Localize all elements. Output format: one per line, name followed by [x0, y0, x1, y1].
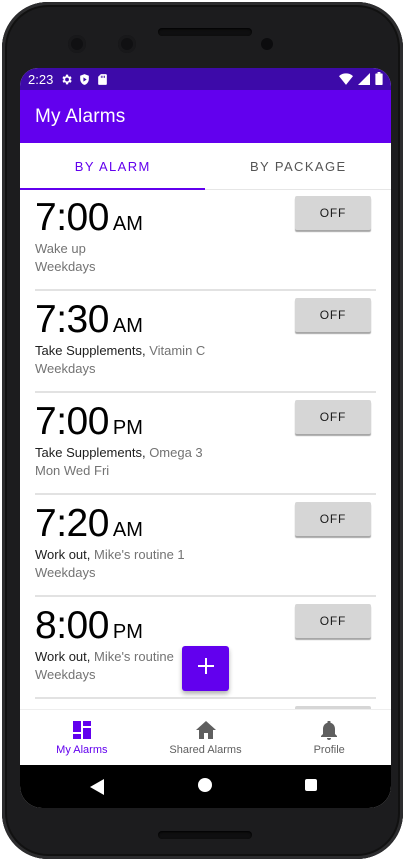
bottom-speaker [158, 831, 252, 839]
nav-shared-alarms[interactable]: Shared Alarms [144, 710, 268, 766]
front-camera [68, 35, 86, 53]
nav-label: Profile [313, 743, 345, 756]
front-camera-secondary [118, 35, 136, 53]
bell-icon [321, 720, 338, 741]
alarm-detail: Omega 3 [145, 445, 203, 460]
alarm-time-value: 7:00 [35, 400, 109, 443]
app-bar: My Alarms [20, 90, 391, 143]
add-alarm-button[interactable] [182, 646, 229, 691]
alarm-days: Weekdays [35, 667, 96, 682]
alarm-name: Take Supplements, [35, 343, 146, 358]
alarm-time-value: 7:20 [35, 502, 109, 545]
shield-play-icon [78, 73, 91, 86]
dashboard-icon [72, 720, 91, 741]
alarm-name: Work out, [35, 649, 91, 664]
nav-label: Shared Alarms [169, 743, 242, 756]
recents-icon[interactable] [305, 779, 317, 791]
alarm-time: 8:00 PM [35, 604, 143, 648]
add-icon [197, 657, 215, 680]
alarm-days: Weekdays [35, 361, 96, 376]
alarm-period: PM [112, 621, 143, 643]
alarm-name: Wake up [35, 241, 86, 256]
alarm-item[interactable]: 7:00 AM OFF Wake up Weekdays [20, 189, 391, 291]
alarm-period: AM [112, 213, 143, 235]
alarm-time: 7:30 AM [35, 298, 143, 342]
alarm-days: Weekdays [35, 565, 96, 580]
alarm-item-partial[interactable] [20, 699, 391, 709]
alarm-detail: Mike's routine 1 [90, 547, 185, 562]
alarm-toggle-button[interactable]: OFF [295, 400, 371, 434]
alarm-name: Take Supplements, [35, 445, 146, 460]
battery-icon [375, 72, 383, 88]
signal-icon [358, 72, 370, 88]
system-navigation-bar [20, 765, 391, 808]
tab-by-package[interactable]: BY PACKAGE [206, 143, 392, 189]
home-button-icon[interactable] [198, 778, 212, 792]
alarm-toggle-button[interactable]: OFF [295, 196, 371, 230]
alarm-time-value: 7:30 [35, 298, 109, 341]
back-icon[interactable] [90, 779, 104, 800]
alarm-days: Weekdays [35, 259, 96, 274]
page-title: My Alarms [35, 105, 126, 127]
alarm-detail: Vitamin C [145, 343, 206, 358]
nav-my-alarms[interactable]: My Alarms [20, 710, 144, 766]
alarm-label: Take Supplements, Vitamin C [35, 343, 205, 358]
alarm-toggle-button[interactable]: OFF [295, 298, 371, 332]
screen: 2:23 My Alarms BY ALARM BY PACKAGE 7:00 … [20, 68, 391, 808]
bottom-navigation: My Alarms Shared Alarms Profile [20, 709, 391, 766]
nav-label: My Alarms [56, 743, 108, 756]
alarm-time: 7:00 PM [35, 400, 143, 444]
alarm-item[interactable]: 7:30 AM OFF Take Supplements, Vitamin C W… [20, 291, 391, 393]
alarm-item[interactable]: 7:00 PM OFF Take Supplements, Omega 3 Mon… [20, 393, 391, 495]
tab-bar: BY ALARM BY PACKAGE [20, 143, 391, 190]
alarm-label: Take Supplements, Omega 3 [35, 445, 203, 460]
sd-card-icon [96, 73, 109, 86]
alarm-period: AM [112, 315, 143, 337]
nav-profile[interactable]: Profile [267, 710, 391, 766]
alarm-item[interactable]: 7:20 AM OFF Work out, Mike's routine 1 We… [20, 495, 391, 597]
alarm-detail: Mike's routine [90, 649, 174, 664]
wifi-icon [339, 72, 353, 88]
alarm-time: 7:00 AM [35, 196, 143, 240]
home-icon [195, 720, 216, 741]
alarm-days: Mon Wed Fri [35, 463, 110, 478]
alarm-label: Work out, Mike's routine 1 [35, 547, 185, 562]
alarm-list[interactable]: 7:00 AM OFF Wake up Weekdays 7:30 AM OFF T… [20, 189, 391, 709]
alarm-label: Work out, Mike's routine [35, 649, 174, 664]
earpiece-speaker [158, 28, 252, 36]
alarm-time: 7:20 AM [35, 502, 143, 546]
alarm-time-value: 8:00 [35, 604, 109, 647]
proximity-sensor [261, 38, 273, 50]
tab-by-alarm[interactable]: BY ALARM [20, 143, 206, 189]
settings-gear-icon [60, 73, 73, 86]
alarm-label: Wake up [35, 241, 86, 256]
alarm-time-value: 7:00 [35, 196, 109, 239]
status-time: 2:23 [28, 71, 54, 87]
alarm-period: AM [112, 519, 143, 541]
alarm-period: PM [112, 417, 143, 439]
alarm-name: Work out, [35, 547, 91, 562]
alarm-toggle-button[interactable]: OFF [295, 604, 371, 638]
phone-frame: 2:23 My Alarms BY ALARM BY PACKAGE 7:00 … [2, 2, 403, 859]
status-bar: 2:23 [20, 68, 391, 90]
alarm-toggle-button[interactable]: OFF [295, 502, 371, 536]
